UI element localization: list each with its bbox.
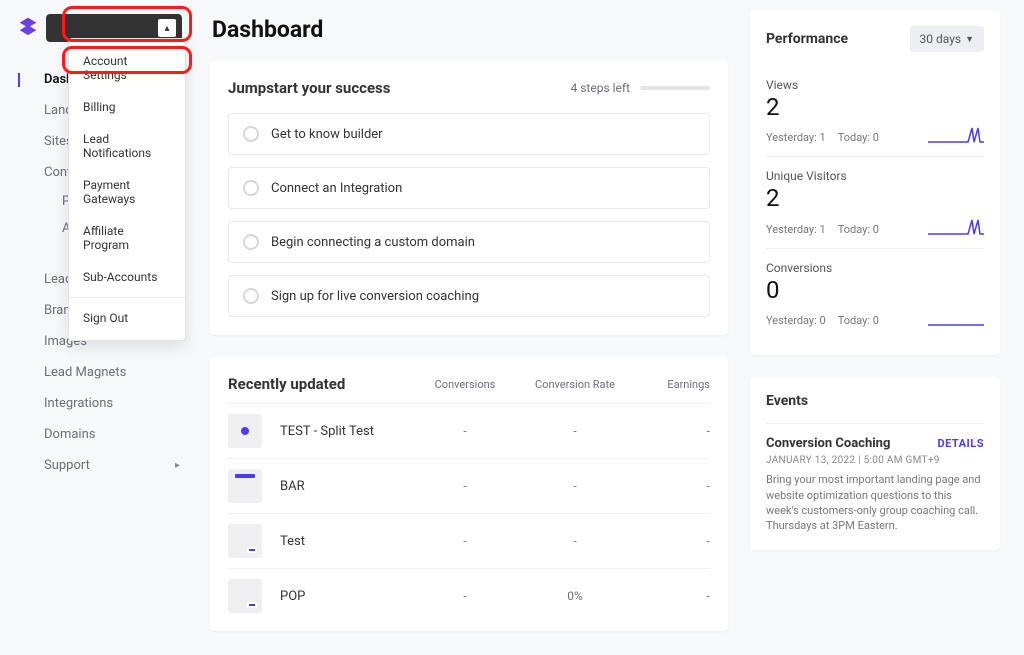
row-earnings: - — [630, 534, 710, 548]
metric-label: Views — [766, 78, 984, 92]
sidebar: ▴ Account Settings Billing Lead Notifica… — [0, 0, 200, 655]
chevron-down-icon: ▼ — [965, 34, 974, 45]
sparkline — [928, 309, 984, 327]
step-circle-icon — [243, 288, 259, 304]
logo-icon — [18, 16, 38, 40]
sparkline — [928, 126, 984, 144]
thumbnail — [228, 414, 262, 448]
step-label: Connect an Integration — [271, 181, 402, 196]
account-dropdown: Account Settings Billing Lead Notificati… — [68, 38, 186, 341]
main: Dashboard Jumpstart your success 4 steps… — [200, 0, 1024, 655]
row-conversions: - — [410, 589, 520, 603]
nav-support-label: Support — [44, 458, 90, 473]
step-label: Get to know builder — [271, 127, 383, 142]
event-description: Bring your most important landing page a… — [766, 472, 984, 534]
sparkline — [928, 218, 984, 236]
row-rate: - — [520, 534, 630, 548]
col-rate: Conversion Rate — [520, 378, 630, 391]
chevron-up-icon: ▴ — [158, 19, 176, 37]
thumbnail — [228, 469, 262, 503]
recently-updated-card: Recently updated Conversions Conversion … — [210, 357, 728, 631]
step-conversion-coaching[interactable]: Sign up for live conversion coaching — [228, 275, 710, 317]
event-item: Conversion Coaching DETAILS JANUARY 13, … — [766, 423, 984, 534]
row-conversions: - — [410, 479, 520, 493]
metric-value: 2 — [766, 94, 984, 120]
step-connect-integration[interactable]: Connect an Integration — [228, 167, 710, 209]
metric: Unique Visitors 2 Yesterday: 1 Today: 0 — [766, 157, 984, 248]
table-row[interactable]: BAR--- — [228, 458, 710, 513]
metric-value: 0 — [766, 277, 984, 303]
nav-domains[interactable]: Domains — [0, 419, 200, 450]
metric-yesterday: Yesterday: 1 — [766, 223, 826, 236]
performance-card: Performance 30 days ▼ Views 2 Yesterday: 1… — [750, 10, 1000, 355]
col-conversions: Conversions — [410, 378, 520, 391]
step-label: Begin connecting a custom domain — [271, 235, 475, 250]
nav-support[interactable]: Support ▸ — [0, 450, 200, 481]
nav-lead-magnets[interactable]: Lead Magnets — [0, 357, 200, 388]
table-row[interactable]: Test--- — [228, 513, 710, 568]
thumbnail — [228, 579, 262, 613]
events-card: Events Conversion Coaching DETAILS JANUA… — [750, 377, 1000, 550]
events-title: Events — [766, 393, 984, 409]
row-name: TEST - Split Test — [280, 424, 410, 439]
range-label: 30 days — [920, 32, 962, 46]
row-name: Test — [280, 534, 410, 549]
performance-title: Performance — [766, 31, 848, 47]
row-earnings: - — [630, 479, 710, 493]
metric-today: Today: 0 — [838, 314, 879, 327]
dropdown-item-sub-accounts[interactable]: Sub-Accounts — [69, 261, 185, 293]
dropdown-item-sign-out[interactable]: Sign Out — [69, 302, 185, 334]
event-time: JANUARY 13, 2022 | 5:00 AM GMT+9 — [766, 455, 984, 466]
step-custom-domain[interactable]: Begin connecting a custom domain — [228, 221, 710, 263]
row-conversions: - — [410, 534, 520, 548]
row-conversions: - — [410, 424, 520, 438]
row-name: POP — [280, 589, 410, 604]
metric-yesterday: Yesterday: 1 — [766, 131, 826, 144]
dropdown-divider — [69, 297, 185, 298]
chevron-right-icon: ▸ — [175, 460, 180, 471]
metric-label: Conversions — [766, 261, 984, 275]
row-name: BAR — [280, 479, 410, 494]
step-circle-icon — [243, 180, 259, 196]
metric-today: Today: 0 — [838, 223, 879, 236]
metric-yesterday: Yesterday: 0 — [766, 314, 826, 327]
col-earnings: Earnings — [630, 378, 710, 391]
table-row[interactable]: POP-0%- — [228, 568, 710, 623]
row-earnings: - — [630, 589, 710, 603]
nav-integrations[interactable]: Integrations — [0, 388, 200, 419]
metric-label: Unique Visitors — [766, 169, 984, 183]
thumbnail — [228, 524, 262, 558]
step-get-to-know-builder[interactable]: Get to know builder — [228, 113, 710, 155]
metric: Conversions 0 Yesterday: 0 Today: 0 — [766, 249, 984, 339]
dropdown-item-billing[interactable]: Billing — [69, 91, 185, 123]
dropdown-item-payment-gateways[interactable]: Payment Gateways — [69, 169, 185, 215]
row-rate: - — [520, 424, 630, 438]
row-earnings: - — [630, 424, 710, 438]
jumpstart-card: Jumpstart your success 4 steps left Get … — [210, 61, 728, 335]
metric: Views 2 Yesterday: 1 Today: 0 — [766, 66, 984, 157]
recent-title: Recently updated — [228, 375, 410, 393]
step-label: Sign up for live conversion coaching — [271, 289, 479, 304]
row-rate: 0% — [520, 589, 630, 603]
table-row[interactable]: TEST - Split Test--- — [228, 403, 710, 458]
dropdown-item-affiliate-program[interactable]: Affiliate Program — [69, 215, 185, 261]
dropdown-item-lead-notifications[interactable]: Lead Notifications — [69, 123, 185, 169]
metric-today: Today: 0 — [838, 131, 879, 144]
step-circle-icon — [243, 126, 259, 142]
metric-value: 2 — [766, 185, 984, 211]
page-title: Dashboard — [212, 16, 728, 43]
jumpstart-title: Jumpstart your success — [228, 79, 390, 97]
event-name: Conversion Coaching — [766, 436, 890, 451]
steps-left-label: 4 steps left — [571, 81, 631, 95]
dropdown-item-account-settings[interactable]: Account Settings — [69, 45, 185, 91]
range-select[interactable]: 30 days ▼ — [910, 26, 984, 52]
step-circle-icon — [243, 234, 259, 250]
event-details-link[interactable]: DETAILS — [937, 437, 984, 450]
progress-bar — [640, 86, 710, 90]
row-rate: - — [520, 479, 630, 493]
